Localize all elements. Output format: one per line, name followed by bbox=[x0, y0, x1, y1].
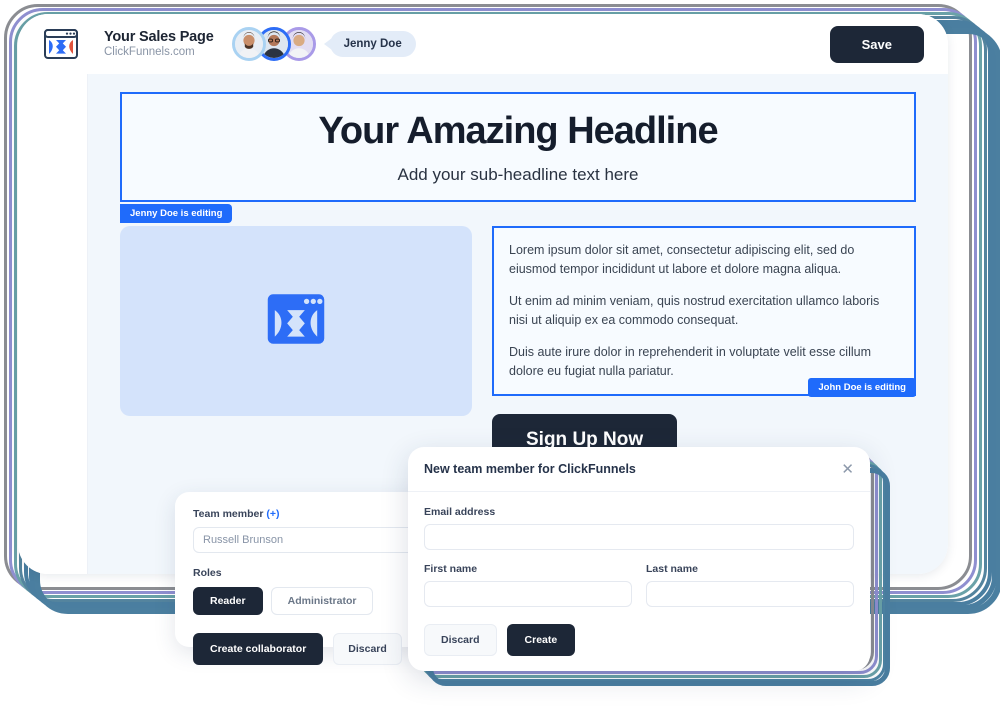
text-paragraph: Duis aute irure dolor in reprehenderit i… bbox=[509, 344, 871, 378]
headline-text: Your Amazing Headline bbox=[318, 109, 718, 152]
text-paragraph: Lorem ipsum dolor sit amet, consectetur … bbox=[509, 243, 855, 277]
page-title-group: Your Sales Page ClickFunnels.com bbox=[104, 29, 214, 60]
team-member-label-text: Team member bbox=[193, 508, 264, 520]
left-rail bbox=[18, 74, 88, 574]
create-collaborator-button[interactable]: Create collaborator bbox=[193, 633, 324, 665]
editing-badge-jenny: Jenny Doe is editing bbox=[120, 204, 233, 223]
avatar[interactable] bbox=[231, 27, 266, 61]
modal-create-button[interactable]: Create bbox=[506, 624, 576, 656]
modal-body: Email address First name Last name bbox=[408, 492, 870, 607]
active-user-label: Jenny Doe bbox=[343, 38, 402, 50]
clickfunnels-placeholder-icon bbox=[266, 292, 326, 351]
subheadline-text: Add your sub-headline text here bbox=[397, 164, 639, 184]
headline-block[interactable]: Your Amazing Headline Add your sub-headl… bbox=[120, 92, 916, 223]
role-administrator-button[interactable]: Administrator bbox=[270, 587, 374, 615]
first-name-group: First name bbox=[424, 563, 632, 607]
clickfunnels-logo-icon bbox=[44, 29, 78, 59]
modal-title: New team member for ClickFunnels bbox=[424, 462, 636, 476]
last-name-label: Last name bbox=[646, 563, 698, 575]
new-team-member-modal: New team member for ClickFunnels ✕ Email… bbox=[408, 447, 870, 671]
email-field[interactable] bbox=[424, 524, 854, 550]
screenshot-root: Your Sales Page ClickFunnels.com Jenny D… bbox=[0, 0, 1000, 710]
add-team-member-icon[interactable]: (+) bbox=[266, 508, 279, 520]
modal-discard-button[interactable]: Discard bbox=[424, 624, 497, 656]
save-button[interactable]: Save bbox=[829, 25, 924, 63]
close-icon[interactable]: ✕ bbox=[841, 462, 854, 477]
app-header: Your Sales Page ClickFunnels.com Jenny D… bbox=[18, 14, 948, 74]
name-row: First name Last name bbox=[424, 563, 854, 607]
first-name-label: First name bbox=[424, 563, 478, 575]
editing-badge-john: John Doe is editing bbox=[808, 378, 916, 397]
role-reader-button[interactable]: Reader bbox=[193, 587, 263, 615]
modal-header: New team member for ClickFunnels ✕ bbox=[408, 447, 870, 492]
content-row: Lorem ipsum dolor sit amet, consectetur … bbox=[120, 226, 916, 467]
image-block[interactable] bbox=[120, 226, 472, 416]
page-title: Your Sales Page bbox=[104, 28, 214, 45]
text-block[interactable]: Lorem ipsum dolor sit amet, consectetur … bbox=[492, 226, 916, 397]
last-name-group: Last name bbox=[646, 563, 854, 607]
collaborator-avatars[interactable] bbox=[231, 27, 316, 61]
last-name-field[interactable] bbox=[646, 581, 854, 607]
text-paragraph: Ut enim ad minim veniam, quis nostrud ex… bbox=[509, 293, 880, 328]
first-name-field[interactable] bbox=[424, 581, 632, 607]
page-domain: ClickFunnels.com bbox=[104, 46, 195, 59]
team-member-value: Russell Brunson bbox=[203, 534, 284, 546]
active-user-tooltip: Jenny Doe bbox=[329, 31, 416, 57]
team-card-discard-button[interactable]: Discard bbox=[333, 633, 402, 665]
email-label: Email address bbox=[424, 506, 496, 518]
modal-actions: Discard Create bbox=[408, 607, 870, 656]
right-column: Lorem ipsum dolor sit amet, consectetur … bbox=[492, 226, 916, 467]
